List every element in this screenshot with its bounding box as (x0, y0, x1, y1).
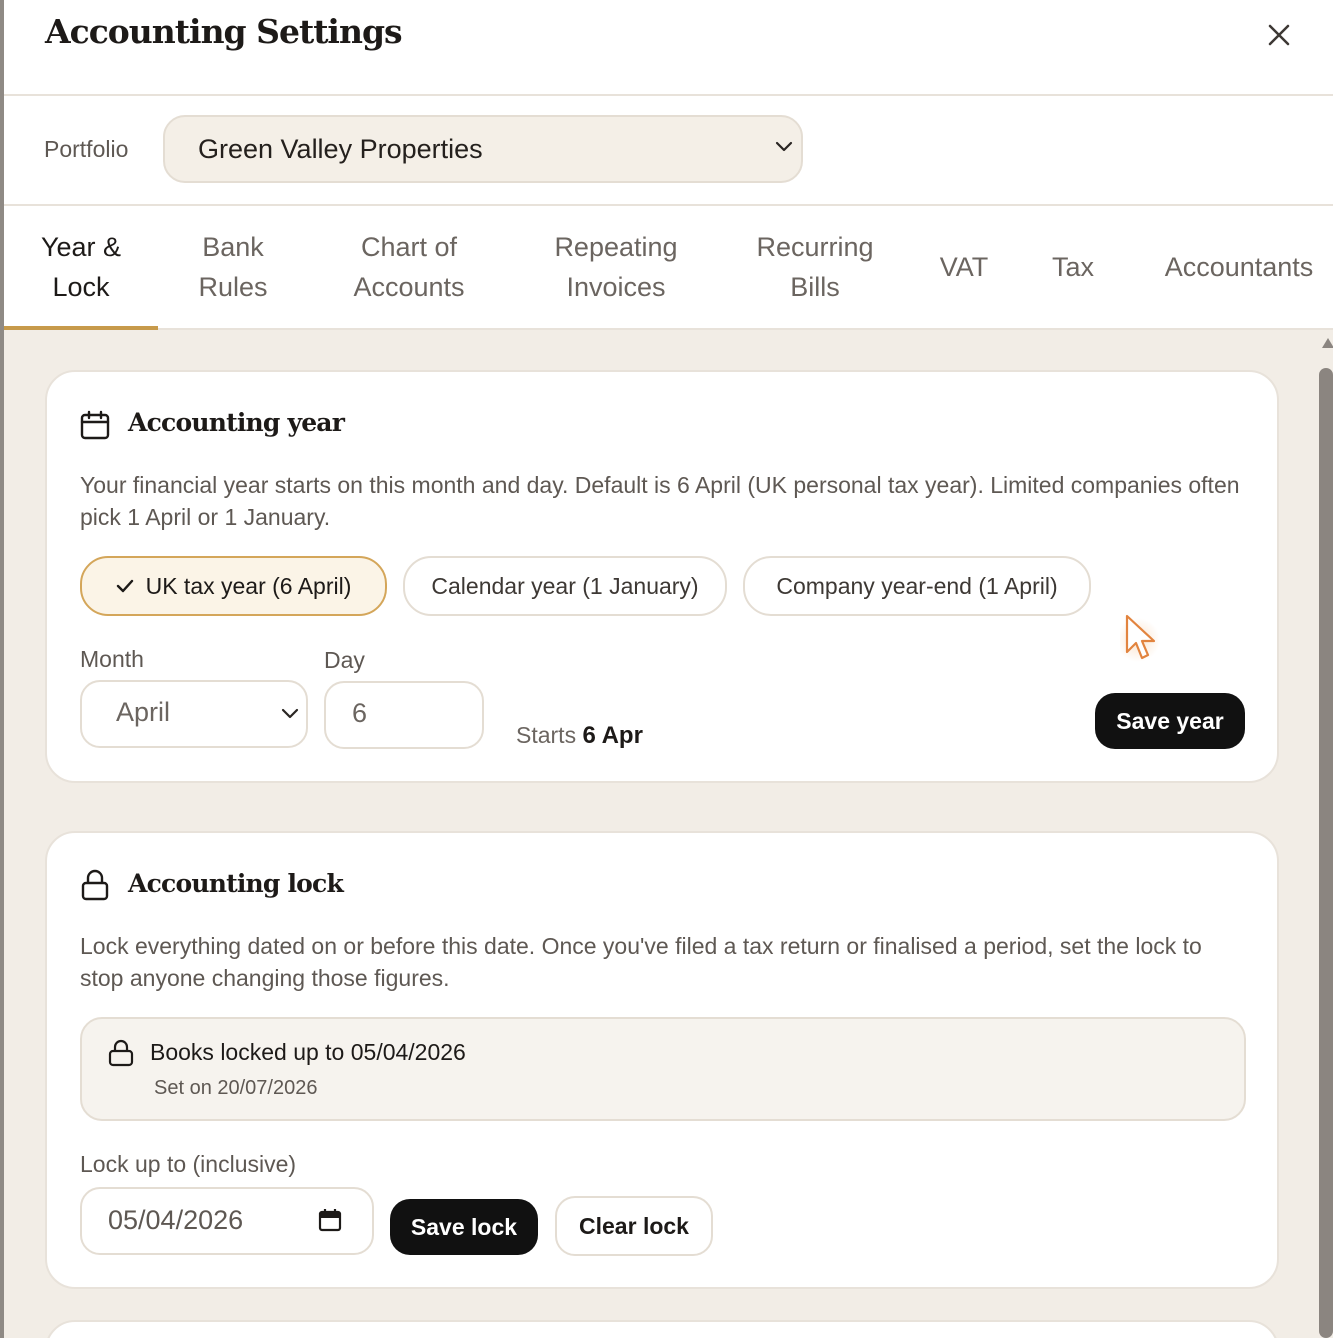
preset-company-year-end[interactable]: Company year-end (1 April) (743, 556, 1091, 616)
tab-chart-of-accounts[interactable]: Chart of Accounts (324, 206, 494, 328)
modal-header: Accounting Settings (4, 0, 1333, 96)
accounting-year-description: Your financial year starts on this month… (80, 472, 1240, 530)
mouse-cursor-icon (1120, 614, 1160, 662)
accounting-lock-title: Accounting lock (128, 869, 344, 898)
portfolio-value: Green Valley Properties (198, 134, 483, 164)
tab-year-lock[interactable]: Year & Lock (4, 206, 158, 328)
tab-repeating-invoices[interactable]: Repeating Invoices (529, 206, 703, 328)
tab-tax[interactable]: Tax (1037, 206, 1109, 328)
tab-bar: Year & Lock Bank Rules Chart of Accounts… (4, 206, 1333, 330)
month-value: April (116, 697, 171, 727)
preset-uk-tax-year[interactable]: UK tax year (6 April) (80, 556, 387, 616)
preset-label: Company year-end (1 April) (776, 572, 1058, 599)
page-title: Accounting Settings (45, 12, 403, 51)
save-year-button[interactable]: Save year (1095, 693, 1245, 749)
close-button[interactable] (1262, 18, 1296, 52)
lock-icon (81, 869, 109, 901)
lock-icon (108, 1039, 134, 1067)
accounting-year-title: Accounting year (128, 408, 345, 437)
lock-set-date: Set on 20/07/2026 (154, 1077, 318, 1099)
day-label: Day (324, 647, 365, 673)
lock-status-text: Books locked up to 05/04/2026 (150, 1039, 466, 1065)
accounting-lock-description: Lock everything dated on or before this … (80, 933, 1202, 991)
portfolio-select[interactable]: Green Valley Properties (163, 115, 803, 183)
lock-date-input[interactable]: 05/04/2026 (80, 1187, 374, 1255)
month-select[interactable]: April (80, 680, 308, 748)
scrollbar-thumb[interactable] (1319, 368, 1333, 1338)
day-value: 6 (352, 698, 368, 728)
day-input[interactable]: 6 (324, 681, 484, 749)
starts-summary: Starts 6 Apr (516, 722, 643, 750)
active-tab-indicator (4, 326, 158, 330)
lock-date-label: Lock up to (inclusive) (80, 1151, 297, 1177)
preset-label: UK tax year (6 April) (145, 572, 352, 599)
check-icon (116, 579, 134, 593)
lock-date-value: 05/04/2026 (108, 1205, 244, 1235)
settings-modal: Accounting Settings Portfolio Green Vall… (4, 0, 1333, 1338)
starts-prefix: Starts (516, 722, 577, 748)
preset-calendar-year[interactable]: Calendar year (1 January) (403, 556, 727, 616)
calendar-icon (80, 410, 110, 440)
portfolio-label: Portfolio (44, 136, 129, 162)
preset-label: Calendar year (1 January) (431, 572, 699, 599)
clear-lock-button[interactable]: Clear lock (555, 1196, 713, 1256)
accounting-lock-card: Accounting lock Lock everything dated on… (45, 831, 1279, 1289)
tab-recurring-bills[interactable]: Recurring Bills (739, 206, 891, 328)
close-icon (1268, 24, 1290, 46)
chevron-down-icon (775, 141, 793, 152)
starts-value: 6 Apr (582, 722, 643, 749)
month-label: Month (80, 646, 144, 672)
accounting-year-card: Accounting year Your financial year star… (45, 370, 1279, 783)
save-lock-button[interactable]: Save lock (390, 1199, 538, 1255)
chevron-down-icon (281, 708, 299, 719)
tab-accountants[interactable]: Accountants (1154, 206, 1324, 328)
tab-vat[interactable]: VAT (924, 206, 1004, 328)
tab-bank-rules[interactable]: Bank Rules (168, 206, 298, 328)
scroll-up-arrow[interactable] (1322, 338, 1333, 348)
next-settings-card (45, 1320, 1279, 1338)
calendar-picker-icon[interactable] (318, 1208, 342, 1232)
portfolio-row: Portfolio Green Valley Properties (4, 96, 1333, 206)
lock-status-box: Books locked up to 05/04/2026 Set on 20/… (80, 1017, 1246, 1121)
